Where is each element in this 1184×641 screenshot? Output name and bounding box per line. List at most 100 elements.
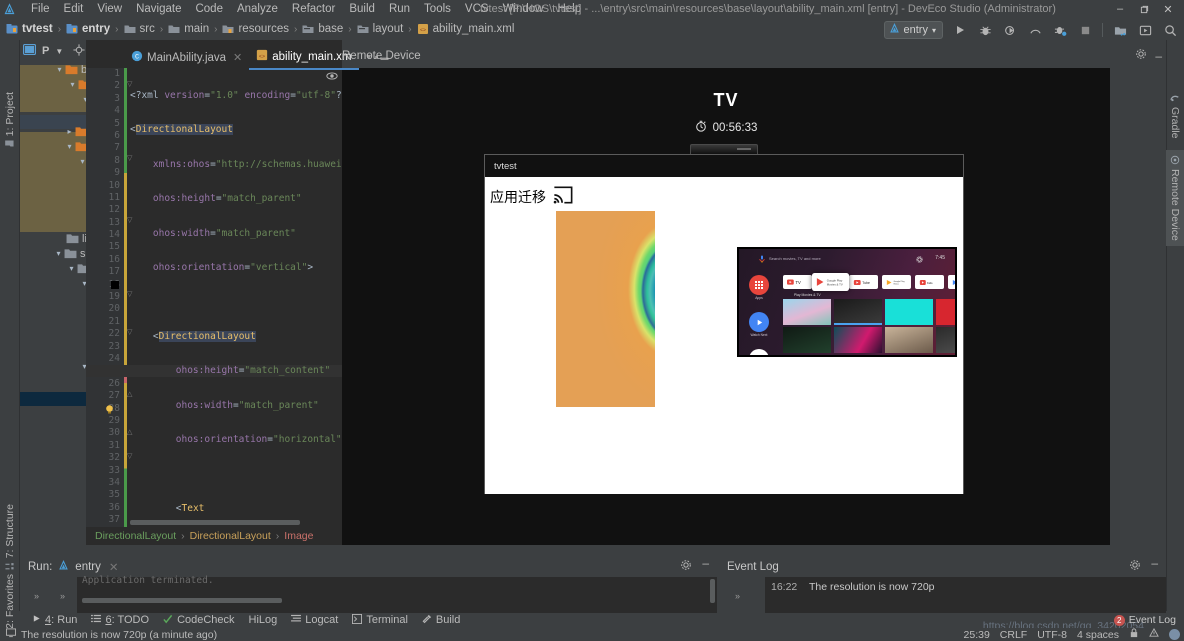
- preview-eye-icon[interactable]: [326, 70, 338, 82]
- bottom-tab-logcat[interactable]: Logcat: [291, 614, 338, 626]
- chevron-down-icon[interactable]: ▾: [64, 142, 75, 151]
- remote-device-panel-tools[interactable]: –: [1135, 48, 1162, 63]
- android-tv-home-image[interactable]: Search movies, TV and more 7:45 Apps Wat…: [737, 247, 957, 357]
- debug-icon[interactable]: [977, 22, 993, 38]
- code-editor[interactable]: 1 2 3 4 5 6 7 8 9 10 11 12 13 14 15 16 1…: [86, 40, 342, 545]
- bottom-tab-codecheck[interactable]: CodeCheck: [163, 614, 235, 627]
- run-console[interactable]: » » Application terminated.: [20, 575, 717, 613]
- close-button[interactable]: ✕: [1156, 0, 1180, 18]
- menu-item-analyze[interactable]: Analyze: [230, 2, 285, 16]
- breadcrumb-item-tvtest[interactable]: tvtest: [4, 23, 55, 35]
- file-encoding[interactable]: UTF-8: [1037, 629, 1067, 641]
- breadcrumb-item-main[interactable]: main: [166, 23, 211, 35]
- minimize-panel-icon[interactable]: –: [1151, 557, 1158, 574]
- run-configuration-selector[interactable]: entry ▾: [883, 21, 943, 39]
- editor-tab-mainability-java[interactable]: C MainAbility.java ✕: [124, 45, 249, 70]
- lock-icon[interactable]: [1129, 628, 1139, 641]
- stop-icon[interactable]: [1077, 22, 1093, 38]
- breadcrumb-label: base: [318, 23, 344, 35]
- breadcrumb-node[interactable]: DirectionalLayout: [95, 530, 176, 542]
- menu-item-tools[interactable]: Tools: [417, 2, 458, 16]
- bottom-tab-run[interactable]: 4: Run: [32, 614, 77, 626]
- sidebar-tab-structure[interactable]: 7: Structure: [1, 500, 19, 574]
- breadcrumb-item-entry[interactable]: entry: [64, 23, 112, 35]
- sidebar-tab-project[interactable]: 1: Project: [1, 88, 19, 152]
- breadcrumb-item-layout[interactable]: layout: [355, 23, 406, 35]
- project-view-icon[interactable]: [22, 43, 37, 58]
- event-log-tools[interactable]: –: [1129, 557, 1166, 574]
- search-icon[interactable]: [1162, 22, 1178, 38]
- remote-device-preview[interactable]: TV 00:56:33 tvtest 应用迁移 Search movies, T…: [342, 68, 1110, 545]
- close-icon[interactable]: ✕: [233, 51, 242, 64]
- inspection-icon[interactable]: [1149, 627, 1159, 641]
- editor-horizontal-scrollbar[interactable]: [130, 520, 300, 525]
- run-panel-tools[interactable]: –: [680, 557, 717, 574]
- indent-setting[interactable]: 4 spaces: [1077, 629, 1119, 641]
- event-log-notification[interactable]: 2 Event Log: [1113, 614, 1176, 626]
- breadcrumb-item-resources[interactable]: resources: [220, 23, 291, 35]
- bottom-tab-build[interactable]: Build: [422, 614, 460, 627]
- breadcrumb-separator: ›: [275, 530, 280, 542]
- chevron-down-icon[interactable]: ▾: [54, 65, 65, 74]
- menu-item-view[interactable]: View: [90, 2, 129, 16]
- main-toolbar: entry ▾: [883, 20, 1178, 40]
- app-window-body[interactable]: 应用迁移 Search movies, TV and more 7:45 App…: [485, 177, 963, 494]
- minimize-button[interactable]: –: [1108, 0, 1132, 18]
- locate-icon[interactable]: [73, 43, 85, 59]
- breadcrumb-node[interactable]: Image: [284, 530, 313, 542]
- expand-chevrons-icon[interactable]: »: [34, 591, 39, 601]
- menu-item-file[interactable]: File: [24, 2, 57, 16]
- editor-gutter[interactable]: 1 2 3 4 5 6 7 8 9 10 11 12 13 14 15 16 1…: [86, 68, 124, 545]
- menu-item-build[interactable]: Build: [342, 2, 382, 16]
- breadcrumb-item-ability-main-xml[interactable]: <> ability_main.xml: [415, 23, 517, 35]
- caret-position[interactable]: 25:39: [964, 629, 990, 641]
- chevron-right-icon[interactable]: ▸: [64, 127, 75, 136]
- attach-debugger-icon[interactable]: [1002, 22, 1018, 38]
- maximize-button[interactable]: [1132, 0, 1156, 18]
- expand-chevrons-icon[interactable]: »: [60, 591, 65, 601]
- wallpaper-image[interactable]: [556, 211, 655, 407]
- line-separator[interactable]: CRLF: [1000, 629, 1027, 641]
- globe-icon[interactable]: [1169, 629, 1180, 640]
- menu-item-edit[interactable]: Edit: [57, 2, 91, 16]
- console-horizontal-scrollbar[interactable]: [82, 598, 282, 603]
- run-icon[interactable]: [952, 22, 968, 38]
- gear-icon[interactable]: [680, 559, 692, 574]
- menu-item-run[interactable]: Run: [382, 2, 417, 16]
- event-log-list[interactable]: » 16:22 The resolution is now 720p: [719, 577, 1166, 613]
- sidebar-tab-gradle[interactable]: Gradle: [1166, 88, 1184, 144]
- editor-code-content[interactable]: <?xml version="1.0" encoding="utf-8"?> <…: [130, 68, 342, 545]
- menu-item-code[interactable]: Code: [188, 2, 230, 16]
- breadcrumb-item-src[interactable]: src: [122, 23, 157, 35]
- chevron-down-icon[interactable]: ▾: [67, 80, 78, 89]
- profiler-icon[interactable]: [1027, 22, 1043, 38]
- chevron-down-icon[interactable]: ▾: [53, 249, 64, 258]
- filter-icon[interactable]: ▼: [55, 47, 63, 56]
- bottom-tab-terminal[interactable]: Terminal: [352, 613, 408, 627]
- gear-icon[interactable]: [1135, 48, 1147, 63]
- menu-item-refactor[interactable]: Refactor: [285, 2, 342, 16]
- window-controls[interactable]: – ✕: [1108, 0, 1180, 18]
- minimize-panel-icon[interactable]: –: [702, 557, 709, 574]
- cast-screen-icon[interactable]: [552, 185, 574, 208]
- run-config-tab-label[interactable]: entry: [75, 561, 101, 573]
- debug-attach-process-icon[interactable]: [1052, 22, 1068, 38]
- sdk-manager-icon[interactable]: [1112, 22, 1128, 38]
- bottom-tab-todo[interactable]: 6: TODO: [91, 614, 149, 626]
- breadcrumb-node[interactable]: DirectionalLayout: [190, 530, 271, 542]
- bookmark-marker-icon[interactable]: [111, 281, 119, 289]
- close-icon[interactable]: ✕: [109, 560, 119, 574]
- sidebar-tab-remote-device[interactable]: Remote Device: [1166, 150, 1184, 246]
- expand-chevrons-icon[interactable]: »: [735, 591, 740, 601]
- intention-bulb-icon[interactable]: [104, 404, 115, 418]
- console-vertical-scrollbar[interactable]: [710, 579, 715, 603]
- device-manager-icon[interactable]: [1137, 22, 1153, 38]
- bottom-tab-hilog[interactable]: HiLog: [249, 614, 278, 626]
- breadcrumb-item-base[interactable]: base: [300, 23, 345, 35]
- gear-icon[interactable]: [1129, 559, 1141, 574]
- chevron-down-icon[interactable]: ▾: [66, 264, 77, 273]
- minimize-panel-icon[interactable]: –: [1155, 49, 1162, 63]
- menu-item-navigate[interactable]: Navigate: [129, 2, 188, 16]
- app-window[interactable]: tvtest 应用迁移 Search movies, TV and more 7…: [484, 154, 964, 494]
- chevron-down-icon[interactable]: ▾: [932, 26, 936, 35]
